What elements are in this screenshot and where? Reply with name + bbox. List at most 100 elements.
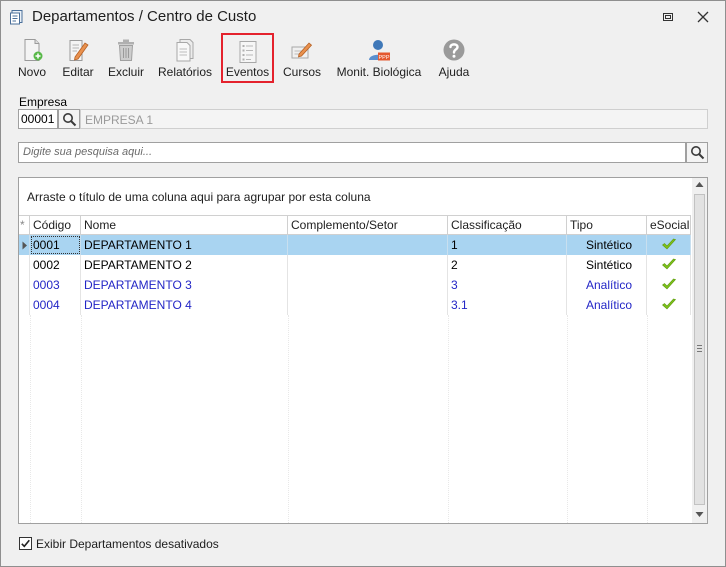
eventos-button[interactable]: Eventos	[221, 33, 274, 83]
cell-tipo[interactable]: Sintético	[567, 235, 647, 255]
ppp-badge: PPP	[378, 55, 389, 61]
column-header-classificacao[interactable]: Classificação	[448, 215, 567, 235]
editar-label: Editar	[62, 65, 94, 79]
empresa-code-field[interactable]: 00001	[18, 109, 58, 129]
check-icon	[662, 258, 677, 270]
departamentos-window: Departamentos / Centro de Custo Novo Edi…	[0, 0, 726, 567]
relatorios-button[interactable]: Relatórios	[155, 35, 215, 81]
ajuda-label: Ajuda	[438, 65, 470, 79]
column-header-tipo[interactable]: Tipo	[567, 215, 647, 235]
check-icon	[662, 238, 677, 250]
table-row[interactable]: 0004 DEPARTAMENTO 4 3.1 Analítico	[19, 295, 691, 315]
cell-codigo[interactable]: 0002	[30, 255, 81, 275]
row-indicator-header[interactable]: *	[19, 215, 30, 235]
cell-tipo[interactable]: Analítico	[567, 295, 647, 315]
cell-nome[interactable]: DEPARTAMENTO 4	[81, 295, 288, 315]
monit-biologica-button[interactable]: PPP Monit. Biológica	[333, 35, 425, 81]
course-icon	[291, 42, 313, 59]
cell-complemento[interactable]	[288, 255, 448, 275]
group-by-hint: Arraste o título de uma coluna aqui para…	[27, 190, 371, 204]
column-guide	[567, 315, 568, 523]
novo-button[interactable]: Novo	[14, 35, 50, 81]
column-guide	[30, 315, 31, 523]
vertical-scrollbar[interactable]	[692, 178, 707, 523]
check-icon	[662, 298, 677, 310]
title-bar: Departamentos / Centro de Custo	[1, 1, 725, 33]
cell-classificacao[interactable]: 3	[448, 275, 567, 295]
cell-nome[interactable]: DEPARTAMENTO 1	[81, 235, 288, 255]
show-inactive-checkbox[interactable]	[19, 537, 32, 550]
current-row-arrow-icon	[22, 241, 27, 250]
cell-codigo[interactable]: 0003	[30, 275, 81, 295]
event-list-icon	[239, 41, 256, 63]
cell-classificacao[interactable]: 2	[448, 255, 567, 275]
close-icon[interactable]	[696, 10, 710, 24]
table-row[interactable]: 0003 DEPARTAMENTO 3 3 Analítico	[19, 275, 691, 295]
ajuda-button[interactable]: Ajuda	[435, 35, 473, 81]
cell-codigo[interactable]: 0004	[30, 295, 81, 315]
cursos-label: Cursos	[282, 65, 321, 79]
editar-button[interactable]: Editar	[58, 35, 98, 81]
empresa-label: Empresa	[19, 95, 68, 109]
group-by-panel[interactable]: Arraste o título de uma coluna aqui para…	[19, 178, 691, 214]
column-guide	[448, 315, 449, 523]
cell-codigo[interactable]: 0001	[30, 235, 81, 255]
table-row[interactable]: 0002 DEPARTAMENTO 2 2 Sintético	[19, 255, 691, 275]
new-document-icon	[24, 39, 43, 61]
search-icon	[691, 146, 705, 160]
row-indicator[interactable]	[19, 295, 30, 315]
column-header-codigo[interactable]: Código	[30, 215, 81, 235]
empresa-name-field: EMPRESA 1	[80, 109, 708, 129]
cell-tipo[interactable]: Analítico	[567, 275, 647, 295]
search-input[interactable]: Digite sua pesquisa aqui...	[18, 142, 686, 163]
cell-nome[interactable]: DEPARTAMENTO 3	[81, 275, 288, 295]
cell-esocial[interactable]	[647, 255, 691, 275]
document-app-icon	[10, 10, 23, 25]
window-title: Departamentos / Centro de Custo	[32, 8, 257, 25]
excluir-label: Excluir	[107, 65, 144, 79]
column-guide	[288, 315, 289, 523]
column-guide	[647, 315, 648, 523]
cursos-button[interactable]: Cursos	[281, 35, 323, 81]
help-icon	[443, 39, 465, 61]
cell-classificacao[interactable]: 1	[448, 235, 567, 255]
edit-icon	[69, 40, 89, 61]
cell-complemento[interactable]	[288, 295, 448, 315]
relatorios-label: Relatórios	[157, 65, 213, 79]
trash-icon	[118, 39, 134, 61]
departments-grid: Arraste o título de uma coluna aqui para…	[18, 177, 708, 524]
search-icon	[63, 113, 77, 127]
cell-classificacao[interactable]: 3.1	[448, 295, 567, 315]
cell-complemento[interactable]	[288, 235, 448, 255]
empresa-search-button[interactable]	[58, 109, 80, 129]
show-inactive-label: Exibir Departamentos desativados	[36, 537, 219, 551]
cell-tipo[interactable]: Sintético	[567, 255, 647, 275]
checkmark-icon	[21, 539, 30, 548]
eventos-label: Eventos	[225, 65, 270, 79]
cell-esocial[interactable]	[647, 275, 691, 295]
novo-label: Novo	[17, 65, 46, 79]
cell-esocial[interactable]	[647, 235, 691, 255]
table-row[interactable]: 0001 DEPARTAMENTO 1 1 Sintético	[19, 235, 691, 255]
search-button[interactable]	[686, 142, 708, 163]
column-header-esocial[interactable]: eSocial	[647, 215, 691, 235]
report-icon	[176, 39, 194, 62]
cell-complemento[interactable]	[288, 275, 448, 295]
row-indicator[interactable]	[19, 235, 30, 255]
toolbar: Novo Editar Excluir Relatórios Eventos C…	[1, 33, 725, 83]
user-monitoring-icon: PPP	[369, 40, 390, 61]
column-header-complemento[interactable]: Complemento/Setor	[288, 215, 448, 235]
excluir-button[interactable]: Excluir	[105, 35, 147, 81]
restore-icon[interactable]	[661, 10, 675, 24]
column-header-nome[interactable]: Nome	[81, 215, 288, 235]
scroll-down-icon[interactable]	[695, 511, 704, 518]
row-indicator[interactable]	[19, 255, 30, 275]
cell-nome[interactable]: DEPARTAMENTO 2	[81, 255, 288, 275]
scroll-up-icon[interactable]	[695, 181, 704, 188]
check-icon	[662, 278, 677, 290]
cell-esocial[interactable]	[647, 295, 691, 315]
monit-label: Monit. Biológica	[336, 65, 422, 79]
column-guide	[81, 315, 82, 523]
row-indicator[interactable]	[19, 275, 30, 295]
scrollbar-thumb[interactable]	[694, 194, 705, 505]
